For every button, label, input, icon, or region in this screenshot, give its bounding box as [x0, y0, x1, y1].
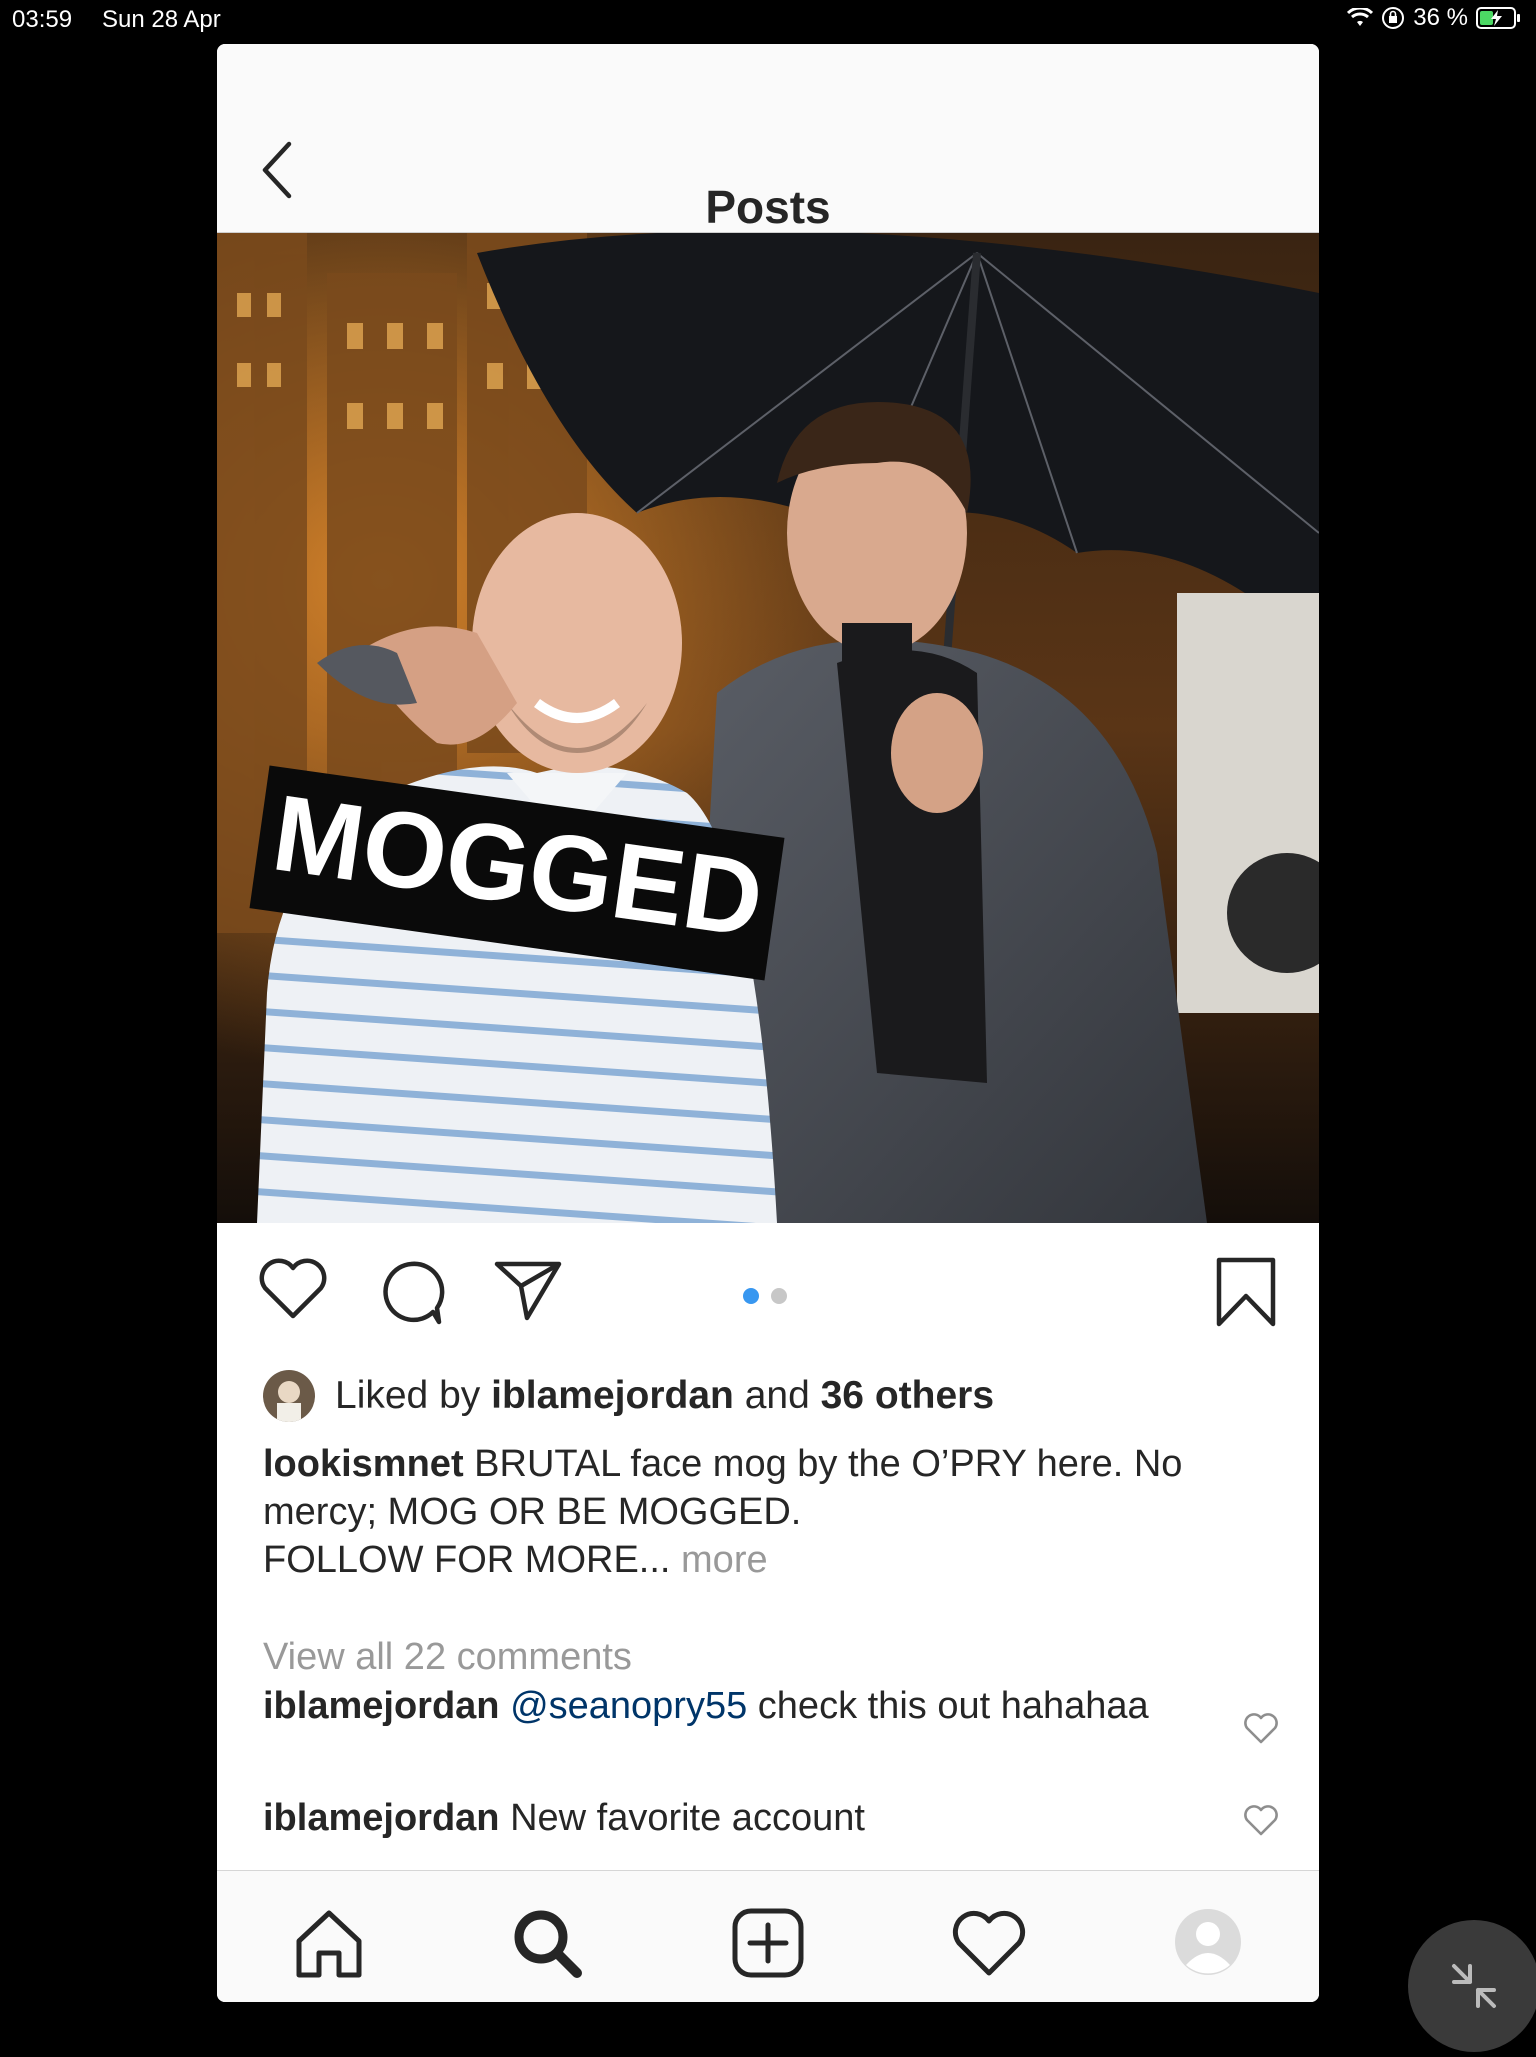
home-icon[interactable]	[291, 1907, 367, 1979]
comment-like-icon[interactable]	[1243, 1712, 1279, 1746]
comment-mention[interactable]: @seanopry55	[510, 1685, 747, 1727]
caption-username[interactable]: lookismnet	[263, 1443, 464, 1485]
comment-item: iblamejordan @seanopry55 check this out …	[263, 1682, 1163, 1730]
likes-and: and	[744, 1374, 810, 1417]
likes-user[interactable]: iblamejordan	[491, 1374, 734, 1418]
likes-prefix: Liked by	[335, 1374, 481, 1417]
status-time: 03:59	[12, 6, 73, 33]
comment-username[interactable]: iblamejordan	[263, 1797, 500, 1839]
share-icon[interactable]	[491, 1256, 565, 1322]
caption-more-link[interactable]: more	[681, 1539, 768, 1581]
minimize-arrows-icon	[1452, 1964, 1496, 2008]
activity-icon[interactable]	[951, 1907, 1027, 1979]
liker-avatar[interactable]	[263, 1370, 315, 1422]
exit-fullscreen-button[interactable]	[1408, 1920, 1536, 2052]
comment-text: New favorite account	[510, 1797, 865, 1839]
post-actions	[217, 1256, 1319, 1336]
comment-item: iblamejordan New favorite account	[263, 1794, 1163, 1842]
carousel-indicator	[743, 1288, 787, 1304]
heart-icon[interactable]	[257, 1256, 329, 1322]
add-post-icon[interactable]	[731, 1907, 805, 1979]
battery-charging-icon	[1476, 7, 1520, 29]
likes-others[interactable]: 36 others	[821, 1374, 994, 1418]
status-date: Sun 28 Apr	[102, 6, 221, 33]
bookmark-icon[interactable]	[1213, 1256, 1279, 1328]
post-caption: lookismnet BRUTAL face mog by the O’PRY …	[263, 1440, 1283, 1584]
status-icons: 36 %	[1347, 4, 1522, 32]
comment-text: check this out hahahaa	[757, 1685, 1149, 1727]
carousel-dot-active	[743, 1288, 759, 1304]
comment-username[interactable]: iblamejordan	[263, 1685, 500, 1727]
comment-icon[interactable]	[375, 1256, 447, 1328]
post-image[interactable]: MOGGED	[217, 233, 1319, 1223]
likes-line: Liked by iblamejordan and 36 others	[263, 1370, 994, 1422]
nav-bar: Posts	[217, 44, 1319, 233]
wifi-icon	[1347, 8, 1374, 26]
page-title: Posts	[705, 181, 831, 233]
carousel-dot	[771, 1288, 787, 1304]
comment-like-icon[interactable]	[1243, 1804, 1279, 1838]
view-all-comments-link[interactable]: View all 22 comments	[263, 1636, 632, 1679]
battery-percent: 36 %	[1413, 4, 1468, 31]
rotation-lock-icon	[1382, 7, 1405, 29]
tab-bar	[217, 1870, 1319, 2002]
status-bar: 03:59 Sun 28 Apr 36 %	[0, 0, 1536, 40]
search-icon[interactable]	[509, 1907, 585, 1979]
post-photo-illustration: MOGGED	[217, 233, 1319, 1223]
profile-icon[interactable]	[1173, 1907, 1243, 1977]
caption-text-2: FOLLOW FOR MORE...	[263, 1539, 671, 1581]
app-window: Posts MOGGED Liked by iblamejordan and 3…	[217, 44, 1319, 2002]
